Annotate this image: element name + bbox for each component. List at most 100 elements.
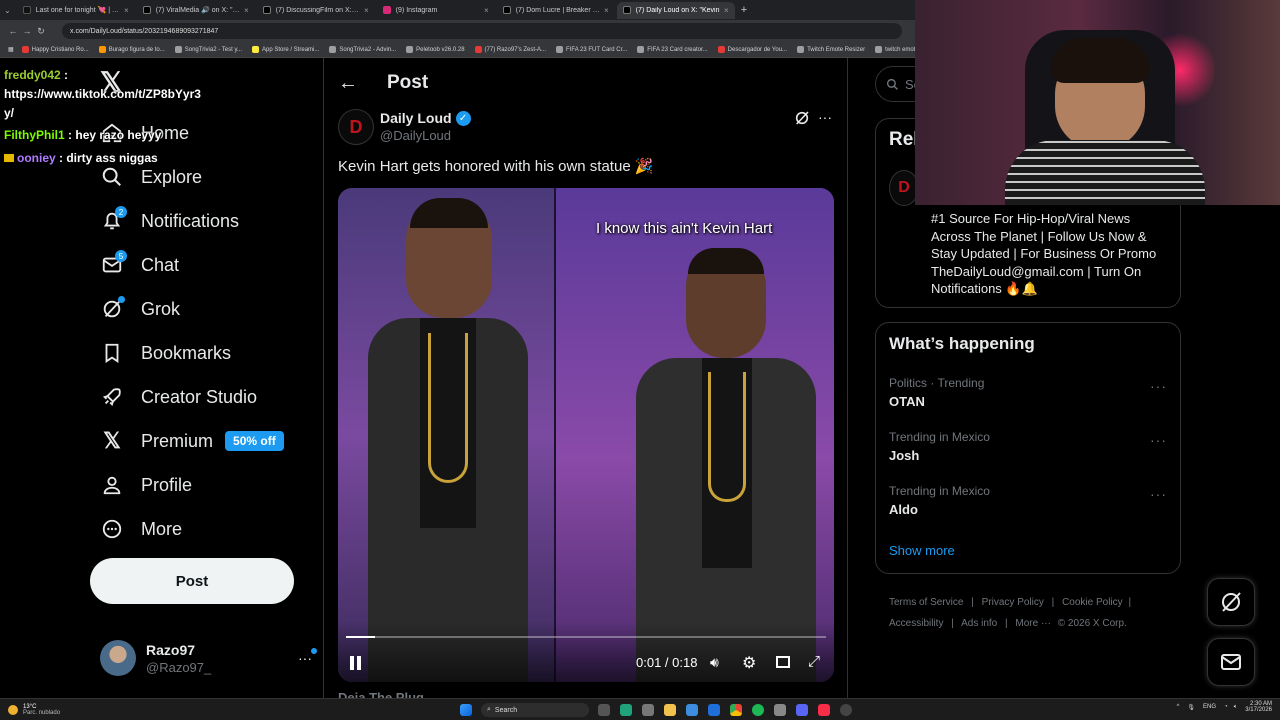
footer-link[interactable]: More ··· [1015, 618, 1051, 629]
bookmark-favicon-icon [174, 46, 182, 53]
back-arrow-icon[interactable]: ← [338, 72, 358, 95]
grok-fab[interactable] [1207, 578, 1255, 626]
close-icon[interactable]: × [124, 6, 129, 15]
new-tab-button[interactable]: + [741, 4, 747, 16]
bookmark-item[interactable]: twitch emote re... [875, 46, 915, 53]
fullscreen-icon[interactable]: ⤢ [808, 653, 820, 670]
edge-icon[interactable] [620, 704, 632, 716]
sidebar-item-chat[interactable]: 5 Chat [100, 250, 179, 280]
bookmark-item[interactable]: Peletoob v26.0.28 [406, 46, 465, 53]
video-progress-track[interactable] [346, 636, 826, 638]
photos-icon[interactable] [686, 704, 698, 716]
close-icon[interactable]: × [364, 6, 369, 15]
more-icon[interactable]: ··· [818, 109, 832, 125]
video-left-panel [338, 188, 554, 682]
messages-fab[interactable] [1207, 638, 1255, 686]
bookmark-item[interactable]: App Store / Streami... [252, 46, 319, 53]
trend-item[interactable]: Trending in Mexico Josh ··· [889, 430, 1167, 463]
footer-link[interactable]: Accessibility [889, 618, 943, 629]
crown-icon [4, 154, 14, 162]
bookmark-item[interactable]: Burago figura de to... [98, 46, 165, 53]
browser-tab[interactable]: Last one for tonight 💘 | TikTok × [17, 2, 135, 19]
reload-icon[interactable]: ↻ [34, 26, 48, 37]
discord-icon[interactable] [796, 704, 808, 716]
pause-icon[interactable] [350, 656, 361, 670]
sidebar-item-profile[interactable]: Profile [100, 470, 192, 500]
tray-expand-icon[interactable]: ^ [1177, 704, 1180, 710]
store-icon[interactable] [642, 704, 654, 716]
browser-tab[interactable]: (7) DiscussingFilm on X: "All c × [257, 2, 375, 19]
footer-link[interactable]: Cookie Policy [1062, 597, 1123, 608]
mail-app-icon[interactable] [708, 704, 720, 716]
bookmark-item[interactable]: Twitch Emote Resizer [797, 46, 865, 53]
chat-username: freddy042 [4, 68, 61, 82]
app-icon[interactable] [774, 704, 786, 716]
url-field[interactable]: x.com/DailyLoud/status/20321946890932718… [62, 23, 902, 39]
author-handle[interactable]: @DailyLoud [380, 128, 451, 143]
bookmark-item[interactable]: SongTrivia2 - Advin... [329, 46, 396, 53]
sidebar-item-creator-studio[interactable]: Creator Studio [100, 382, 257, 412]
next-post-author[interactable]: Deja The Plug [338, 690, 424, 698]
chrome-icon[interactable] [730, 704, 742, 716]
sidebar-item-premium[interactable]: 𝕏 Premium 50% off [100, 426, 284, 456]
close-icon[interactable]: × [604, 6, 609, 15]
obs-icon[interactable] [840, 704, 852, 716]
author-avatar[interactable]: D [338, 109, 374, 145]
clock[interactable]: 2:30 AM 3/17/2026 [1245, 701, 1272, 713]
bookmark-item[interactable]: FIFA 23 FUT Card Cr... [556, 46, 627, 53]
trend-item[interactable]: Trending in Mexico Aldo ··· [889, 484, 1167, 517]
forward-icon[interactable]: → [20, 26, 34, 36]
apps-icon[interactable]: ▦ [8, 46, 14, 53]
chat-text: https://www.tiktok.com/t/ZP8bYyr3 [4, 87, 201, 101]
more-icon[interactable]: ··· [298, 648, 317, 666]
more-icon[interactable]: ··· [1150, 432, 1167, 448]
post-video[interactable]: I know this ain't Kevin Hart 0:01 / 0:18… [338, 188, 834, 682]
browser-tab[interactable]: (7) ViralMedia 🔊 on X: "Gentle × [137, 2, 255, 19]
picture-in-picture-icon[interactable] [776, 656, 790, 668]
settings-icon[interactable]: ⚙︎ [742, 653, 756, 673]
close-icon[interactable]: × [484, 6, 489, 15]
more-icon[interactable]: ··· [1150, 378, 1167, 394]
bookmark-item[interactable]: Descargador de You... [717, 46, 787, 53]
footer-link[interactable]: Ads info [961, 618, 997, 629]
bookmark-item[interactable]: FIFA 23 Card creator... [637, 46, 708, 53]
more-icon[interactable]: ··· [1150, 486, 1167, 502]
taskbar-search[interactable]: ⌕ Search [481, 703, 589, 717]
sidebar-item-more[interactable]: More [100, 514, 182, 544]
footer-link[interactable]: Terms of Service [889, 597, 963, 608]
close-icon[interactable]: × [724, 6, 729, 15]
bookmark-item[interactable]: SongTrivia2 - Test y... [174, 46, 242, 53]
task-view-icon[interactable] [598, 704, 610, 716]
wifi-icon[interactable]: ◔ [1224, 704, 1228, 710]
music-icon[interactable] [818, 704, 830, 716]
folder-icon[interactable] [664, 704, 676, 716]
volume-icon[interactable]: 🔊︎ [710, 654, 719, 671]
browser-tab[interactable]: (9) Instagram × [377, 2, 495, 19]
browser-tab[interactable]: (7) Dom Lucre | Breaker of Nar × [497, 2, 615, 19]
show-more-link[interactable]: Show more [889, 543, 955, 558]
sidebar-item-bookmarks[interactable]: Bookmarks [100, 338, 231, 368]
sidebar-item-notifications[interactable]: 2 Notifications [100, 206, 239, 236]
back-icon[interactable]: ← [6, 26, 20, 36]
post-button[interactable]: Post [90, 558, 294, 604]
sidebar-item-explore[interactable]: Explore [100, 162, 202, 192]
grok-icon[interactable] [794, 110, 810, 131]
bookmark-item[interactable]: Happy Cristiano Ro... [21, 46, 89, 53]
close-icon[interactable]: × [244, 6, 249, 15]
bookmark-item[interactable]: (77) Razo97's Zest-A... [474, 46, 546, 53]
footer-link[interactable]: Privacy Policy [982, 597, 1044, 608]
tab-menu-icon[interactable]: ⌄ [4, 6, 11, 15]
mic-icon[interactable]: 🎙︎ [1187, 704, 1195, 711]
windows-start-icon[interactable] [460, 704, 472, 716]
account-switcher[interactable]: Razo97 @Razo97_ ··· [100, 638, 317, 678]
language-indicator[interactable]: ENG [1203, 704, 1216, 710]
browser-tab-active[interactable]: (7) Daily Loud on X: "Kevin × [616, 1, 735, 19]
sidebar-item-label: Chat [141, 254, 180, 275]
author-name-row[interactable]: Daily Loud ✓ [380, 110, 471, 126]
trend-item[interactable]: Politics · Trending OTAN ··· [889, 376, 1167, 409]
spotify-icon[interactable] [752, 704, 764, 716]
taskbar-search-text: Search [494, 706, 518, 714]
sidebar-item-grok[interactable]: Grok [100, 294, 180, 324]
volume-icon[interactable]: 🔈︎ [1234, 704, 1238, 711]
weather-widget[interactable]: 13°C Parc. nublado [8, 704, 60, 716]
